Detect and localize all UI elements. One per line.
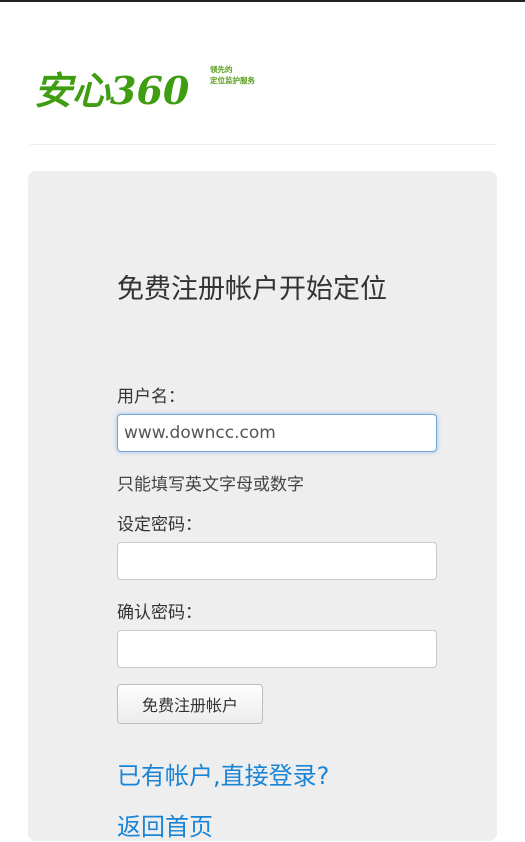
logo-wordmark: 安心360 <box>34 68 190 113</box>
confirm-password-input[interactable] <box>117 630 437 668</box>
page-header: 安心360 领先的 定位监护服务 <box>30 44 496 145</box>
logo-tagline: 领先的 定位监护服务 <box>210 64 290 86</box>
status-bar-edge <box>0 0 525 2</box>
logo-tagline-line1: 领先的 <box>210 65 233 74</box>
confirm-password-label: 确认密码： <box>117 603 202 623</box>
brand-logo: 安心360 领先的 定位监护服务 <box>34 52 284 124</box>
form-title: 免费注册帐户开始定位 <box>117 274 387 305</box>
logo-mark: 安心360 <box>34 68 190 113</box>
register-panel: 免费注册帐户开始定位 用户名： 只能填写英文字母或数字 设定密码： 确认密码： … <box>28 171 497 841</box>
logo-tagline-line2: 定位监护服务 <box>210 76 255 85</box>
register-button[interactable]: 免费注册帐户 <box>117 684 263 724</box>
password-input[interactable] <box>117 542 437 580</box>
username-hint: 只能填写英文字母或数字 <box>117 475 304 495</box>
username-input[interactable] <box>117 414 437 452</box>
username-label: 用户名： <box>117 387 185 407</box>
login-link[interactable]: 已有帐户,直接登录? <box>117 756 329 791</box>
password-label: 设定密码： <box>117 515 202 535</box>
